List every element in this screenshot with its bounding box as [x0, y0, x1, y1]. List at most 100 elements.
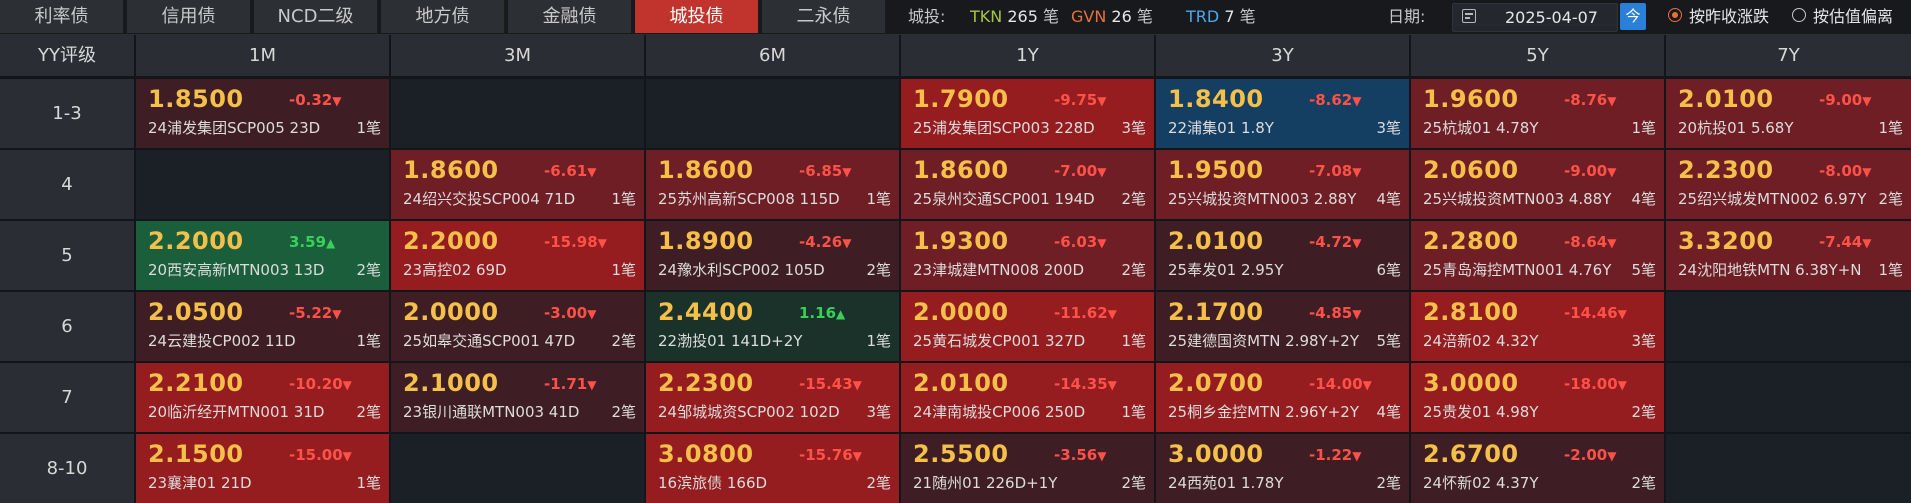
- change-value: -4.85▼: [1309, 304, 1361, 322]
- trade-count: 1笔: [1878, 261, 1903, 279]
- quote-cell[interactable]: 1.8500 -0.32▼ 24浦发集团SCP005 23D 1笔: [136, 79, 389, 148]
- tab-2[interactable]: 信用债: [127, 0, 251, 33]
- column-header[interactable]: 6M: [646, 35, 899, 76]
- trade-count: 2笔: [611, 332, 636, 350]
- tab-7[interactable]: 二永债: [762, 0, 886, 33]
- yield-value: 1.8600: [913, 156, 1009, 184]
- column-header[interactable]: 3Y: [1156, 35, 1409, 76]
- yield-value: 2.6700: [1423, 440, 1519, 468]
- quote-cell[interactable]: 3.0000 -18.00▼ 25贵发01 4.98Y 2笔: [1411, 363, 1664, 432]
- trade-count: 2笔: [1631, 403, 1656, 421]
- date-picker[interactable]: 2025-04-07: [1452, 3, 1618, 32]
- top-bar: 利率债 信用债 NCD二级 地方债 金融债 城投债 二永债 城投: TKN 265 笔 GV…: [0, 0, 1911, 35]
- sort-by-valuation-label[interactable]: 按估值偏离: [1813, 0, 1893, 33]
- change-text: -8.62: [1309, 91, 1353, 109]
- quote-cell[interactable]: 2.0600 -9.00▼ 25兴城投资MTN003 4.88Y 4笔: [1411, 150, 1664, 219]
- yield-value: 1.8500: [148, 85, 244, 113]
- arrow-down-icon: ▼: [1352, 165, 1362, 179]
- quote-cell[interactable]: 2.0700 -14.00▼ 25桐乡金控MTN 2.96Y+2Y 4笔: [1156, 363, 1409, 432]
- change-text: -7.00: [1054, 162, 1098, 180]
- tab-1[interactable]: 利率债: [0, 0, 124, 33]
- quote-cell[interactable]: 2.2100 -10.20▼ 20临沂经开MTN001 31D 2笔: [136, 363, 389, 432]
- bond-name: 25奉发01 2.95Y: [1168, 261, 1284, 279]
- quote-cell[interactable]: 1.9600 -8.76▼ 25杭城01 4.78Y 1笔: [1411, 79, 1664, 148]
- change-value: -14.35▼: [1054, 375, 1117, 393]
- quote-cell[interactable]: 2.0500 -5.22▼ 24云建投CP002 11D 1笔: [136, 292, 389, 361]
- quote-cell[interactable]: 2.2800 -8.64▼ 25青岛海控MTN001 4.76Y 5笔: [1411, 221, 1664, 290]
- tab-5[interactable]: 金融债: [508, 0, 632, 33]
- sort-by-prev-close-label[interactable]: 按昨收涨跌: [1689, 0, 1769, 33]
- change-value: -4.72▼: [1309, 233, 1361, 251]
- trade-count: 5笔: [1376, 332, 1401, 350]
- yield-value: 3.0000: [1168, 440, 1264, 468]
- trd-label: TRD: [1186, 7, 1220, 26]
- rating-row-header: 5: [0, 221, 134, 290]
- quote-cell[interactable]: 3.0000 -1.22▼ 24西苑01 1.78Y 2笔: [1156, 434, 1409, 503]
- date-label-text: 日期:: [1388, 7, 1426, 26]
- quote-cell[interactable]: 2.0000 -3.00▼ 25如皋交通SCP001 47D 2笔: [391, 292, 644, 361]
- trade-count: 1笔: [356, 332, 381, 350]
- quote-cell[interactable]: 2.5500 -3.56▼ 21随州01 226D+1Y 2笔: [901, 434, 1154, 503]
- quote-cell[interactable]: 2.1500 -15.00▼ 23襄津01 21D 1笔: [136, 434, 389, 503]
- quote-cell[interactable]: 2.1700 -4.85▼ 25建德国资MTN 2.98Y+2Y 5笔: [1156, 292, 1409, 361]
- sort-by-prev-close-radio[interactable]: [1668, 8, 1682, 22]
- tab-3[interactable]: NCD二级: [254, 0, 378, 33]
- column-header[interactable]: 1Y: [901, 35, 1154, 76]
- quote-cell[interactable]: 2.2300 -15.43▼ 24邹城城资SCP002 102D 3笔: [646, 363, 899, 432]
- quote-cell[interactable]: 1.9300 -6.03▼ 23津城建MTN008 200D 2笔: [901, 221, 1154, 290]
- sort-by-valuation-radio[interactable]: [1792, 8, 1806, 22]
- column-header[interactable]: 3M: [391, 35, 644, 76]
- yield-value: 3.3200: [1678, 227, 1774, 255]
- arrow-down-icon: ▼: [1097, 165, 1107, 179]
- yield-value: 3.0800: [658, 440, 754, 468]
- quote-cell[interactable]: 1.9500 -7.08▼ 25兴城投资MTN003 2.88Y 4笔: [1156, 150, 1409, 219]
- change-text: -15.76: [799, 446, 853, 464]
- trade-count: 2笔: [1631, 474, 1656, 492]
- trade-count: 1笔: [866, 332, 891, 350]
- quote-cell[interactable]: 2.6700 -2.00▼ 24怀新02 4.37Y 2笔: [1411, 434, 1664, 503]
- quote-cell[interactable]: 3.0800 -15.76▼ 16滨旅债 166D 2笔: [646, 434, 899, 503]
- change-text: -18.00: [1564, 375, 1618, 393]
- bond-name: 24邹城城资SCP002 102D: [658, 403, 840, 421]
- quote-cell[interactable]: 1.8400 -8.62▼ 22浦集01 1.8Y 3笔: [1156, 79, 1409, 148]
- trade-count: 2笔: [1121, 474, 1146, 492]
- quote-cell[interactable]: 2.0000 -11.62▼ 25黄石城发CP001 327D 1笔: [901, 292, 1154, 361]
- yield-value: 2.2800: [1423, 227, 1519, 255]
- yield-value: 2.2300: [658, 369, 754, 397]
- counts-title: 城投:: [908, 7, 946, 26]
- bond-name: 25建德国资MTN 2.98Y+2Y: [1168, 332, 1360, 350]
- trade-count: 4笔: [1376, 403, 1401, 421]
- quote-cell[interactable]: 2.0100 -4.72▼ 25奉发01 2.95Y 6笔: [1156, 221, 1409, 290]
- bond-name: 25黄石城发CP001 327D: [913, 332, 1086, 350]
- quote-cell[interactable]: 2.1000 -1.71▼ 23银川通联MTN003 41D 2笔: [391, 363, 644, 432]
- trd-value: 7: [1224, 7, 1235, 26]
- empty-cell: [391, 434, 644, 503]
- change-text: -8.76: [1564, 91, 1608, 109]
- quote-cell[interactable]: 1.8900 -4.26▼ 24豫水利SCP002 105D 2笔: [646, 221, 899, 290]
- yield-value: 2.2000: [148, 227, 244, 255]
- quote-cell[interactable]: 2.8100 -14.46▼ 24涪新02 4.32Y 3笔: [1411, 292, 1664, 361]
- today-button[interactable]: 今: [1620, 3, 1646, 30]
- date-value[interactable]: 2025-04-07: [1505, 4, 1598, 31]
- change-value: 1.16▲: [799, 304, 845, 322]
- quote-cell[interactable]: 1.8600 -7.00▼ 25泉州交通SCP001 194D 2笔: [901, 150, 1154, 219]
- quote-cell[interactable]: 2.2000 -15.98▼ 23高控02 69D 1笔: [391, 221, 644, 290]
- quote-cell[interactable]: 2.4400 1.16▲ 22渤投01 141D+2Y 1笔: [646, 292, 899, 361]
- quote-cell[interactable]: 2.0100 -14.35▼ 24津南城投CP006 250D 1笔: [901, 363, 1154, 432]
- column-header[interactable]: 7Y: [1666, 35, 1911, 76]
- quote-cell[interactable]: 1.8600 -6.61▼ 24绍兴交投SCP004 71D 1笔: [391, 150, 644, 219]
- change-value: -15.98▼: [544, 233, 607, 251]
- column-header[interactable]: 5Y: [1411, 35, 1664, 76]
- trade-count: 2笔: [1376, 474, 1401, 492]
- tab-4[interactable]: 地方债: [381, 0, 505, 33]
- column-header[interactable]: 1M: [136, 35, 389, 76]
- quote-cell[interactable]: 1.7900 -9.75▼ 25浦发集团SCP003 228D 3笔: [901, 79, 1154, 148]
- quote-cell[interactable]: 1.8600 -6.85▼ 25苏州高新SCP008 115D 1笔: [646, 150, 899, 219]
- tab-6[interactable]: 城投债: [635, 0, 759, 33]
- calendar-icon[interactable]: [1462, 9, 1476, 23]
- quote-cell[interactable]: 2.0100 -9.00▼ 20杭投01 5.68Y 1笔: [1666, 79, 1911, 148]
- quote-cell[interactable]: 2.2300 -8.00▼ 25绍兴城发MTN002 6.97Y 2笔: [1666, 150, 1911, 219]
- quote-cell[interactable]: 2.2000 3.59▲ 20西安高新MTN003 13D 2笔: [136, 221, 389, 290]
- quote-cell[interactable]: 3.3200 -7.44▼ 24沈阳地铁MTN 6.38Y+N 1笔: [1666, 221, 1911, 290]
- change-value: -7.00▼: [1054, 162, 1106, 180]
